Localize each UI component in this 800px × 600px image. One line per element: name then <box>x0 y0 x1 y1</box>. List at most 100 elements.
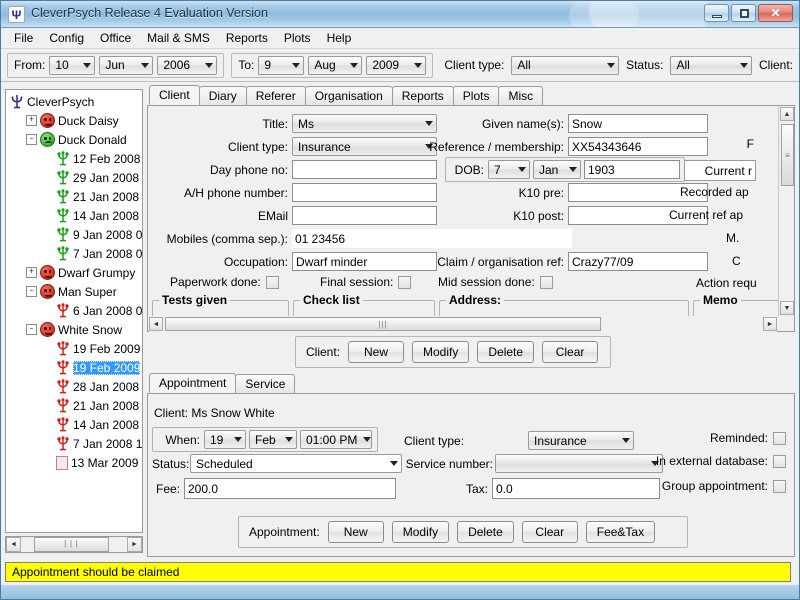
tree-expander-minus-icon[interactable]: - <box>26 324 37 335</box>
tree-item[interactable]: 12 Feb 2008 <box>6 149 142 168</box>
menu-item-help[interactable]: Help <box>319 29 360 47</box>
scroll-left-icon[interactable]: ◄ <box>6 537 21 552</box>
current-ref-button[interactable]: Current r <box>684 160 756 181</box>
tab-plots[interactable]: Plots <box>452 86 500 105</box>
tree-item[interactable]: 7 Jan 2008 1 <box>6 434 142 453</box>
tab-reports[interactable]: Reports <box>391 86 454 105</box>
dob-year-field[interactable]: 1903 <box>584 160 680 179</box>
appointment-status-select[interactable]: Scheduled <box>190 454 402 473</box>
scroll-down-icon[interactable]: ▼ <box>780 301 794 315</box>
tree-expander-minus-icon[interactable]: - <box>26 286 37 297</box>
scroll-up-icon[interactable]: ▲ <box>780 107 794 121</box>
tree-item[interactable]: + Duck Daisy <box>6 111 142 130</box>
scroll-right-icon[interactable]: ► <box>763 317 777 331</box>
client-tree-panel[interactable]: CleverPsych + Duck Daisy - Duck Donald 12 Feb… <box>5 89 143 533</box>
given-names-field[interactable]: Snow <box>568 114 708 133</box>
tree-item[interactable]: 14 Jan 2008 <box>6 415 142 434</box>
toolbar-client-type-select[interactable]: All <box>511 55 620 75</box>
fee-field[interactable]: 200.0 <box>184 478 396 499</box>
menu-item-plots[interactable]: Plots <box>276 29 319 47</box>
tree-item[interactable]: 29 Jan 2008 <box>6 168 142 187</box>
tree-item[interactable]: 19 Feb 2009 <box>6 358 142 377</box>
to-day-select[interactable]: 9 <box>258 55 305 75</box>
menu-item-mail-sms[interactable]: Mail & SMS <box>139 29 218 47</box>
tab-misc[interactable]: Misc <box>498 86 544 105</box>
scroll-right-icon[interactable]: ► <box>127 537 142 552</box>
group-appointment-checkbox[interactable] <box>773 479 786 493</box>
dob-month-select[interactable]: Jan <box>533 160 581 179</box>
service-number-select[interactable] <box>495 454 663 473</box>
menu-item-reports[interactable]: Reports <box>218 29 276 47</box>
to-year-select[interactable]: 2009 <box>366 55 427 75</box>
tree-item[interactable]: CleverPsych <box>6 92 142 111</box>
tree-item[interactable]: 6 Jan 2008 0 <box>6 301 142 320</box>
paperwork-done-checkbox[interactable] <box>265 275 279 289</box>
tree-item[interactable]: - White Snow <box>6 320 142 339</box>
when-time-select[interactable]: 01:00 PM <box>300 430 372 449</box>
tree-item[interactable]: 21 Jan 2008 <box>6 396 142 415</box>
tab-diary[interactable]: Diary <box>198 86 247 105</box>
scroll-thumb[interactable]: ||| <box>165 317 601 331</box>
scroll-left-icon[interactable]: ◄ <box>149 317 163 331</box>
client-new-button[interactable]: New <box>348 341 405 363</box>
appointment-delete-button[interactable]: Delete <box>457 521 514 543</box>
tree-horizontal-scrollbar[interactable]: ◄ ||| ► <box>5 536 143 553</box>
appointment-new-button[interactable]: New <box>327 521 384 543</box>
day-phone-field[interactable] <box>292 160 437 179</box>
client-modify-button[interactable]: Modify <box>412 341 470 363</box>
tree-item[interactable]: 7 Jan 2008 0 <box>6 244 142 263</box>
from-month-select[interactable]: Jun <box>99 55 154 75</box>
minimize-button[interactable] <box>704 4 729 22</box>
tree-item[interactable]: - Man Super <box>6 282 142 301</box>
tree-item[interactable]: - Duck Donald <box>6 130 142 149</box>
tree-item[interactable]: 21 Jan 2008 <box>6 187 142 206</box>
title-select[interactable]: Ms <box>292 114 437 133</box>
tab-appointment[interactable]: Appointment <box>149 373 237 393</box>
tax-field[interactable]: 0.0 <box>492 478 660 499</box>
final-session-checkbox[interactable] <box>398 275 412 289</box>
appointment-feetax-button[interactable]: Fee&Tax <box>585 521 656 543</box>
tab-referer[interactable]: Referer <box>245 86 306 105</box>
tree-item[interactable]: 19 Feb 2009 <box>6 339 142 358</box>
when-month-select[interactable]: Feb <box>249 430 297 449</box>
close-button[interactable]: ✕ <box>758 4 793 22</box>
tree-item[interactable]: + Dwarf Grumpy <box>6 263 142 282</box>
scroll-thumb[interactable]: ||| <box>34 537 109 552</box>
mobiles-field[interactable]: 01 23456 <box>292 229 572 248</box>
appointment-client-type-select[interactable]: Insurance <box>528 431 634 450</box>
tree-expander-plus-icon[interactable]: + <box>26 115 37 126</box>
tree-item[interactable]: 14 Jan 2008 <box>6 206 142 225</box>
tab-organisation[interactable]: Organisation <box>304 86 393 105</box>
mid-session-checkbox[interactable] <box>539 275 553 289</box>
appointment-clear-button[interactable]: Clear <box>521 521 578 543</box>
in-external-database-checkbox[interactable] <box>773 454 786 468</box>
when-day-select[interactable]: 19 <box>204 430 246 449</box>
reference-field[interactable]: XX54343646 <box>568 137 708 156</box>
dob-day-select[interactable]: 7 <box>488 160 530 179</box>
tree-expander-plus-icon[interactable]: + <box>26 267 37 278</box>
menu-item-file[interactable]: File <box>6 29 41 47</box>
menu-item-office[interactable]: Office <box>92 29 139 47</box>
tree-item[interactable]: 28 Jan 2008 <box>6 377 142 396</box>
client-form-vertical-scrollbar[interactable]: ▲ ≡ ▼ <box>778 106 794 316</box>
reminded-checkbox[interactable] <box>773 431 786 445</box>
email-field[interactable] <box>292 206 437 225</box>
from-year-select[interactable]: 2006 <box>157 55 218 75</box>
tab-service[interactable]: Service <box>235 374 296 393</box>
menu-item-config[interactable]: Config <box>41 29 92 47</box>
from-day-select[interactable]: 10 <box>49 55 96 75</box>
client-clear-button[interactable]: Clear <box>542 341 599 363</box>
tree-item[interactable]: 13 Mar 2009 <box>6 453 142 472</box>
ah-phone-field[interactable] <box>292 183 437 202</box>
client-form-horizontal-scrollbar[interactable]: ◄ ||| ► <box>149 316 777 332</box>
maximize-button[interactable] <box>731 4 756 22</box>
occupation-field[interactable]: Dwarf minder <box>292 252 437 271</box>
tree-expander-minus-icon[interactable]: - <box>26 134 37 145</box>
client-type-select[interactable]: Insurance <box>292 137 437 156</box>
claim-ref-field[interactable]: Crazy77/09 <box>568 252 708 271</box>
tab-client[interactable]: Client <box>149 85 200 105</box>
client-delete-button[interactable]: Delete <box>477 341 535 363</box>
toolbar-status-select[interactable]: All <box>670 55 752 75</box>
to-month-select[interactable]: Aug <box>308 55 363 75</box>
scroll-thumb[interactable]: ≡ <box>781 124 794 186</box>
